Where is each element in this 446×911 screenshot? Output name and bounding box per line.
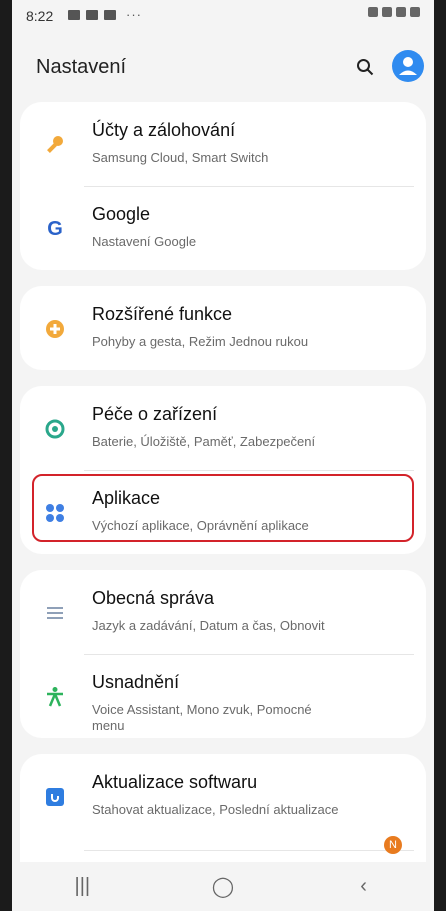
more-notifications: ··· [126, 7, 142, 22]
item-subtitle: Samsung Cloud, Smart Switch [92, 150, 269, 165]
navigation-bar: ||| ◯ ‹ [12, 862, 434, 911]
item-title: Aktualizace softwaru [92, 772, 258, 792]
google-icon: G [47, 217, 63, 240]
settings-item-advanced-features[interactable]: Rozšířené funkce Pohyby a gesta, Režim J… [20, 286, 426, 370]
item-subtitle: Jazyk a zadávání, Datum a čas, Obnovit [92, 618, 325, 633]
item-subtitle: Baterie, Úložiště, Paměť, Zabezpečení [92, 434, 316, 449]
item-title: Google [92, 204, 151, 224]
app-header: Nastavení [12, 44, 434, 92]
settings-item-software-update[interactable]: Aktualizace softwaru Stahovat aktualizac… [20, 754, 426, 850]
home-button[interactable]: ◯ [193, 874, 253, 899]
status-icons-right [368, 7, 420, 17]
item-subtitle: Nastavení Google [92, 234, 197, 249]
status-bar: 8:22 ··· [12, 0, 434, 30]
item-title: Účty a zálohování [92, 120, 236, 140]
page-title: Nastavení [36, 56, 127, 78]
image-icon [104, 9, 116, 20]
phone-screen: 8:22 ··· Nastavení Účty a zálohování Sam… [12, 0, 434, 911]
search-icon[interactable] [356, 58, 374, 76]
battery-icon [410, 7, 420, 17]
settings-item-device-care[interactable]: Péče o zařízení Baterie, Úložiště, Paměť… [20, 386, 426, 470]
update-icon [44, 786, 66, 808]
item-subtitle: Voice Assistant, Mono zvuk, Pomocné menu [92, 702, 312, 733]
settings-item-accounts-backup[interactable]: Účty a zálohování Samsung Cloud, Smart S… [20, 102, 426, 186]
settings-item-google[interactable]: G Google Nastavení Google [20, 186, 426, 270]
gallery-icon [68, 9, 80, 20]
item-title: Usnadnění [92, 672, 180, 692]
item-subtitle: Stahovat aktualizace, Poslední aktualiza… [92, 802, 339, 817]
item-subtitle: Pohyby a gesta, Režim Jednou rukou [92, 334, 309, 349]
item-title: Obecná správa [92, 588, 215, 608]
divider [84, 850, 414, 851]
back-button[interactable]: ‹ [334, 875, 394, 898]
status-icons-left: ··· [68, 7, 142, 22]
notification-badge: N [384, 836, 402, 854]
care-icon [44, 418, 66, 440]
settings-item-general-management[interactable]: Obecná správa Jazyk a zadávání, Datum a … [20, 570, 426, 654]
settings-card-advanced: Rozšířené funkce Pohyby a gesta, Režim J… [20, 286, 426, 370]
sliders-icon [44, 602, 66, 624]
gear-plus-icon [44, 318, 66, 340]
divider [84, 470, 414, 471]
shield-icon [86, 9, 98, 20]
divider [84, 186, 414, 187]
item-title: Péče o zařízení [92, 404, 218, 424]
divider [84, 654, 414, 655]
signal-icon [396, 7, 406, 17]
settings-item-accessibility[interactable]: Usnadnění Voice Assistant, Mono zvuk, Po… [20, 654, 426, 738]
recent-apps-button[interactable]: ||| [52, 875, 112, 898]
key-icon [44, 134, 66, 156]
mute-icon [368, 7, 378, 17]
wifi-icon [382, 7, 392, 17]
item-title: Rozšířené funkce [92, 304, 233, 324]
highlight-frame [32, 474, 414, 542]
accessibility-icon [44, 686, 66, 708]
profile-icon[interactable] [392, 50, 424, 82]
status-time: 8:22 [26, 8, 54, 24]
